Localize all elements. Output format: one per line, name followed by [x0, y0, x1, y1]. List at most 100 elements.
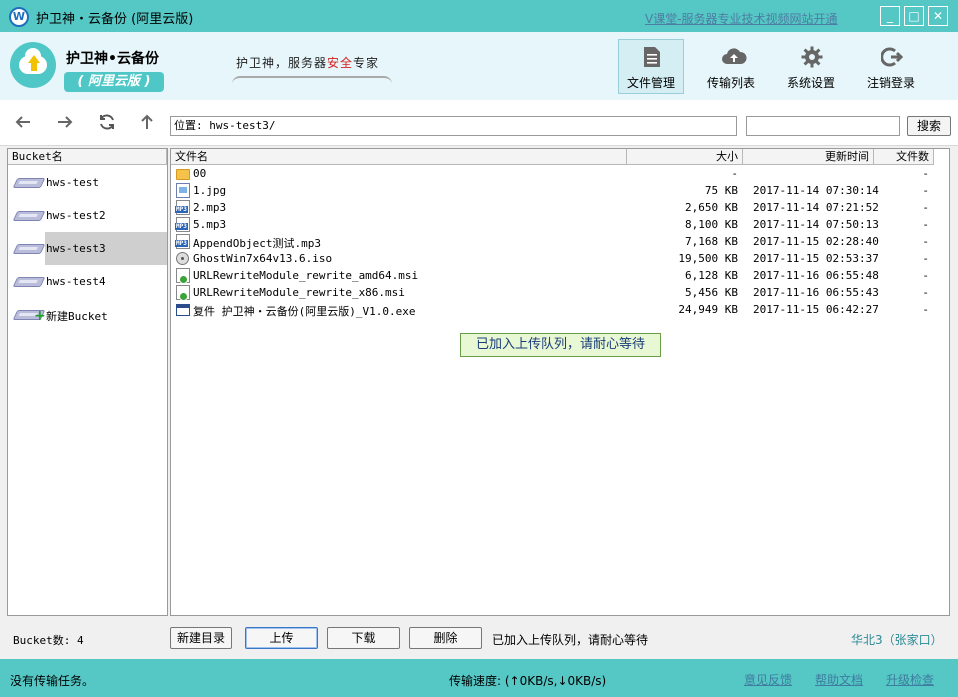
slogan-prefix: 护卫神，服务器	[236, 56, 328, 70]
column-header-name[interactable]: 文件名	[171, 149, 627, 165]
arrow-right-icon[interactable]	[54, 113, 76, 135]
maximize-icon: □	[908, 9, 920, 23]
file-row[interactable]: 1.jpg 75 KB 2017-11-14 07:30:14 -	[171, 182, 951, 199]
file-count: -	[922, 235, 929, 248]
bucket-item-hws-test[interactable]: hws-test	[11, 166, 171, 199]
bucket-disk-icon	[12, 277, 46, 287]
upload-button[interactable]: 上传	[245, 627, 318, 649]
nav-transfer-list[interactable]: 传输列表	[698, 39, 764, 94]
folder-icon	[176, 169, 190, 180]
bucket-panel: Bucket名 hws-test hws-test2 hws-test3 hws…	[7, 148, 168, 616]
cloud-upload-icon	[721, 46, 747, 68]
upgrade-link[interactable]: 升级检查	[886, 671, 934, 688]
bucket-disk-icon	[12, 178, 46, 188]
nav-file-management[interactable]: 文件管理	[618, 39, 684, 94]
new-bucket-button[interactable]: + 新建Bucket	[11, 298, 171, 331]
action-status: 已加入上传队列，请耐心等待	[492, 633, 649, 647]
bucket-label: hws-test4	[46, 275, 106, 288]
nav-label: 文件管理	[626, 76, 675, 90]
installer-icon	[176, 285, 190, 301]
nav-system-settings[interactable]: 系统设置	[778, 39, 844, 94]
title-bar: W 护卫神・云备份 (阿里云版) V课堂-服务器专业技术视频网站开通 _ □ ✕	[0, 0, 958, 32]
executable-icon	[176, 304, 190, 316]
bucket-item-hws-test3[interactable]: hws-test3	[11, 232, 171, 265]
arrow-up-icon[interactable]	[136, 113, 158, 135]
transfer-speed: 传输速度: (↑0KB/s,↓0KB/s)	[449, 674, 607, 688]
nav-label: 传输列表	[706, 76, 755, 90]
image-file-icon	[176, 183, 190, 198]
mp3-file-icon	[175, 234, 190, 249]
file-size: 75 KB	[704, 184, 738, 197]
file-row[interactable]: URLRewriteModule_rewrite_x86.msi 5,456 K…	[171, 284, 951, 301]
status-bar: 没有传输任务。 传输速度: (↑0KB/s,↓0KB/s) 意见反馈 帮助文档 …	[0, 659, 958, 697]
file-count: -	[922, 218, 929, 231]
logout-icon	[880, 46, 904, 68]
file-count: -	[922, 303, 929, 316]
brand-name: 护卫神•云备份	[66, 51, 159, 67]
column-header-size[interactable]: 大小	[627, 149, 743, 165]
file-time: 2017-11-15 02:28:40	[753, 235, 879, 248]
help-link[interactable]: 帮助文档	[815, 671, 863, 688]
file-row[interactable]: 复件 护卫神・云备份(阿里云版)_V1.0.exe 24,949 KB 2017…	[171, 301, 951, 318]
minimize-icon: _	[887, 9, 893, 23]
file-count: -	[922, 252, 929, 265]
column-header-time[interactable]: 更新时间	[743, 149, 874, 165]
file-row[interactable]: 00 - -	[171, 165, 951, 182]
slogan: 护卫神，服务器安全专家	[236, 54, 379, 71]
file-time: 2017-11-15 06:42:27	[753, 303, 879, 316]
file-name: 复件 护卫神・云备份(阿里云版)_V1.0.exe	[193, 305, 416, 318]
nav-logout[interactable]: 注销登录	[858, 39, 924, 94]
bucket-count: Bucket数: 4	[13, 634, 84, 647]
bucket-column-header[interactable]: Bucket名	[8, 149, 167, 165]
delete-button[interactable]: 删除	[409, 627, 482, 649]
file-row[interactable]: URLRewriteModule_rewrite_amd64.msi 6,128…	[171, 267, 951, 284]
bucket-label: 新建Bucket	[46, 310, 108, 323]
file-count: -	[922, 286, 929, 299]
file-name: 00	[193, 167, 207, 180]
action-bar: Bucket数: 4 新建目录 上传 下载 删除 已加入上传队列，请耐心等待 华…	[0, 617, 958, 659]
slogan-suffix: 专家	[353, 56, 380, 70]
header: 护卫神•云备份 ( 阿里云版 ) 护卫神，服务器安全专家 文件管理 传输列表 系…	[0, 32, 958, 100]
file-row[interactable]: 2.mp3 2,650 KB 2017-11-14 07:21:52 -	[171, 199, 951, 216]
download-button[interactable]: 下载	[327, 627, 400, 649]
toolbar: 位置: hws-test3/ 搜索	[0, 100, 958, 146]
mp3-file-icon	[175, 217, 190, 232]
status-text: 没有传输任务。	[10, 674, 95, 688]
bucket-item-hws-test4[interactable]: hws-test4	[11, 265, 171, 298]
region-label[interactable]: 华北3（张家口）	[851, 631, 943, 648]
file-name: 5.mp3	[193, 218, 227, 231]
refresh-icon[interactable]	[96, 113, 118, 135]
file-list: 文件名 大小 更新时间 文件数 00 - - 1.jpg 75 KB 2017-…	[170, 148, 950, 616]
minimize-button[interactable]: _	[880, 6, 900, 26]
disc-image-icon	[176, 252, 189, 265]
file-time: 2017-11-14 07:21:52	[753, 201, 879, 214]
ad-link[interactable]: V课堂-服务器专业技术视频网站开通	[645, 10, 838, 27]
feedback-link[interactable]: 意见反馈	[744, 671, 792, 688]
new-directory-button[interactable]: 新建目录	[170, 627, 232, 649]
file-name: URLRewriteModule_rewrite_amd64.msi	[193, 269, 419, 282]
file-row[interactable]: 5.mp3 8,100 KB 2017-11-14 07:50:13 -	[171, 216, 951, 233]
file-row[interactable]: GhostWin7x64v13.6.iso 19,500 KB 2017-11-…	[171, 250, 951, 267]
search-button[interactable]: 搜索	[907, 116, 951, 136]
file-time: 2017-11-16 06:55:48	[753, 269, 879, 282]
installer-icon	[176, 268, 190, 284]
upload-queued-toast: 已加入上传队列，请耐心等待	[460, 333, 661, 357]
bucket-disk-icon	[12, 211, 46, 221]
search-input[interactable]	[746, 116, 900, 136]
file-count: -	[922, 269, 929, 282]
plus-icon: +	[34, 308, 46, 324]
maximize-button[interactable]: □	[904, 6, 924, 26]
bucket-label: hws-test	[46, 176, 99, 189]
file-size: 7,168 KB	[685, 235, 738, 248]
bucket-item-hws-test2[interactable]: hws-test2	[11, 199, 171, 232]
file-row[interactable]: AppendObject测试.mp3 7,168 KB 2017-11-15 0…	[171, 233, 951, 250]
path-field[interactable]: 位置: hws-test3/	[170, 116, 737, 136]
file-size: -	[731, 167, 738, 180]
arrow-left-icon[interactable]	[12, 113, 34, 135]
mp3-file-icon	[175, 200, 190, 215]
file-time: 2017-11-16 06:55:43	[753, 286, 879, 299]
file-time: 2017-11-14 07:50:13	[753, 218, 879, 231]
file-name: GhostWin7x64v13.6.iso	[193, 252, 333, 265]
close-button[interactable]: ✕	[928, 6, 948, 26]
column-header-count[interactable]: 文件数	[874, 149, 934, 165]
